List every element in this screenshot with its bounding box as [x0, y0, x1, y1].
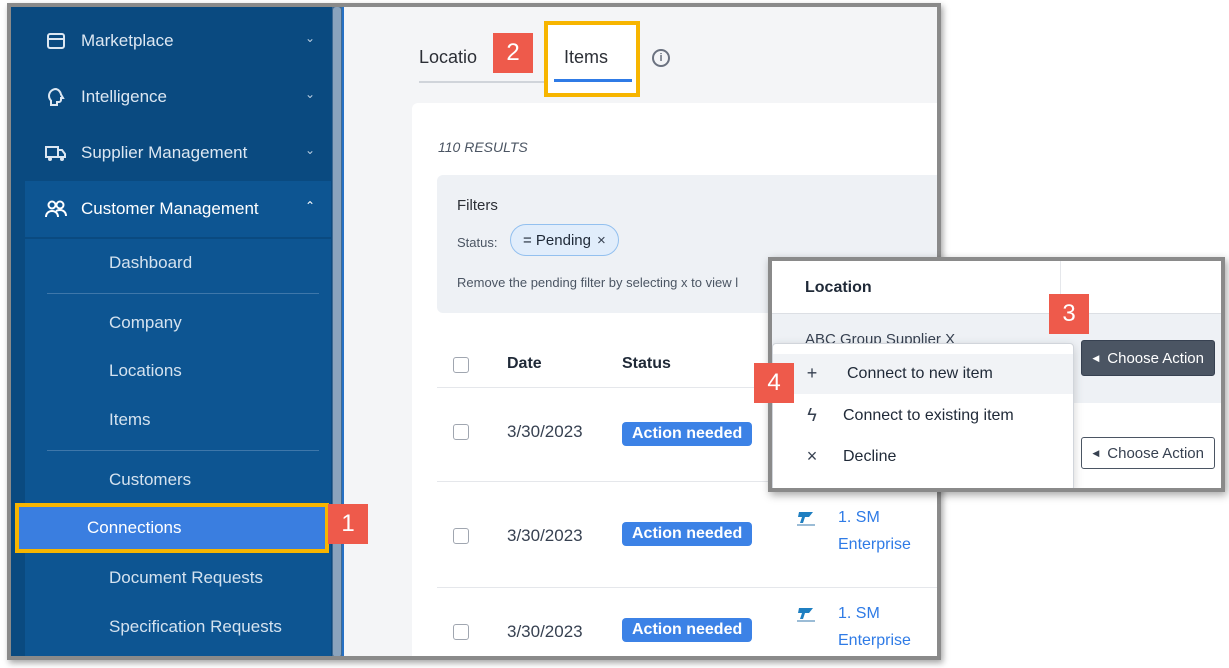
tab-locations[interactable]: Locatio: [419, 47, 477, 68]
divider: [47, 450, 319, 451]
choose-action-button-active[interactable]: ◀ Choose Action: [1081, 340, 1215, 376]
customer-management-submenu: Dashboard Company Locations Items Custom…: [25, 239, 331, 656]
caret-left-icon: ◀: [1092, 447, 1100, 458]
status-badge: Action needed: [622, 618, 753, 642]
users-icon: [45, 198, 67, 220]
scrollbar-thumb[interactable]: [333, 7, 341, 656]
column-header-date[interactable]: Date: [507, 355, 542, 373]
plus-icon: +: [806, 363, 818, 383]
results-count: 110 RESULTS: [438, 139, 528, 155]
close-icon: ×: [806, 446, 818, 466]
sidebar-item-label: Connections: [87, 518, 182, 537]
sidebar-item-items[interactable]: Items: [109, 410, 151, 430]
callout-4: 4: [754, 363, 794, 403]
sidebar-scrollbar[interactable]: [332, 7, 342, 656]
row-date: 3/30/2023: [507, 622, 583, 641]
chevron-down-icon: ⌄: [304, 143, 315, 157]
filters-title: Filters: [457, 197, 498, 214]
sidebar: Marketplace ⌄ Intelligence ⌄ Supplier Ma…: [11, 7, 342, 656]
callout-1: 1: [328, 504, 368, 544]
callout-2: 2: [493, 33, 533, 73]
row-checkbox[interactable]: [453, 528, 469, 544]
nav-group-supplier-management[interactable]: Supplier Management ⌄: [25, 125, 331, 181]
nav-group-label: Marketplace: [81, 31, 174, 50]
caret-left-icon: ◀: [1092, 352, 1100, 363]
nav-group-label: Intelligence: [81, 87, 168, 106]
sidebar-item-dashboard[interactable]: Dashboard: [109, 253, 192, 273]
bolt-icon: ϟ: [807, 405, 817, 425]
sidebar-item-locations[interactable]: Locations: [109, 361, 182, 381]
company-logo: [797, 512, 815, 526]
menu-item-label: Connect to new item: [847, 365, 993, 382]
chip-label: = Pending: [523, 231, 591, 249]
filters-hint: Remove the pending filter by selecting x…: [457, 275, 739, 290]
chevron-up-icon: ⌃: [304, 199, 315, 213]
row-link[interactable]: 1. SM: [838, 600, 880, 627]
company-logo: [797, 608, 815, 622]
row-date: 3/30/2023: [507, 422, 583, 441]
nav-group-customer-management[interactable]: Customer Management ⌃: [25, 181, 331, 237]
info-icon[interactable]: i: [652, 49, 670, 67]
column-header-status[interactable]: Status: [622, 355, 671, 373]
brain-icon: [45, 86, 67, 108]
button-label: Choose Action: [1107, 349, 1204, 367]
sidebar-item-customers[interactable]: Customers: [109, 470, 191, 490]
chevron-down-icon: ⌄: [304, 87, 315, 101]
row-checkbox[interactable]: [453, 424, 469, 440]
row-checkbox[interactable]: [453, 624, 469, 640]
status-filter-label: Status:: [457, 235, 498, 250]
menu-item-label: Connect to existing item: [843, 407, 1014, 424]
select-all-checkbox[interactable]: [453, 357, 469, 373]
callout-3: 3: [1049, 294, 1089, 334]
sidebar-item-connections[interactable]: Connections: [15, 503, 329, 553]
nav-group-label: Customer Management: [81, 199, 259, 218]
choose-action-button[interactable]: ◀ Choose Action: [1081, 437, 1215, 469]
row-link[interactable]: Enterprise: [838, 627, 911, 654]
store-icon: [45, 30, 67, 52]
nav-group-label: Supplier Management: [81, 143, 248, 162]
menu-item-connect-existing[interactable]: ϟ Connect to existing item: [773, 396, 1073, 436]
tab-items[interactable]: Items: [544, 21, 640, 97]
action-menu: + Connect to new item ϟ Connect to exist…: [772, 343, 1074, 488]
close-icon[interactable]: ×: [597, 232, 606, 249]
sidebar-item-document-requests[interactable]: Document Requests: [109, 568, 263, 588]
table-row[interactable]: 3/30/2023 Action needed 1. SM Enterprise: [437, 481, 937, 571]
column-header-location: Location: [805, 279, 872, 296]
status-badge: Action needed: [622, 422, 753, 446]
active-tab-indicator: [554, 79, 632, 82]
tab-underline: [419, 81, 544, 83]
menu-item-decline[interactable]: × Decline: [773, 437, 1073, 477]
nav-group-marketplace[interactable]: Marketplace ⌄: [25, 13, 331, 69]
status-badge: Action needed: [622, 522, 753, 546]
status-filter-chip[interactable]: = Pending ×: [510, 224, 619, 256]
row-date: 3/30/2023: [507, 526, 583, 545]
truck-icon: [45, 142, 67, 164]
row-link[interactable]: 1. SM: [838, 504, 880, 531]
tab-items-label: Items: [564, 47, 609, 67]
nav-group-intelligence[interactable]: Intelligence ⌄: [25, 69, 331, 125]
button-label: Choose Action: [1107, 444, 1204, 462]
menu-item-connect-new[interactable]: + Connect to new item: [773, 354, 1073, 394]
action-popup-zoom: Location ABC Group Supplier X ◀ Choose A…: [768, 257, 1225, 492]
chevron-down-icon: ⌄: [304, 31, 315, 45]
menu-item-label: Decline: [843, 448, 897, 465]
divider: [47, 293, 319, 294]
row-link[interactable]: Enterprise: [838, 531, 911, 558]
sidebar-item-specification-requests[interactable]: Specification Requests: [109, 617, 282, 637]
table-row[interactable]: 3/30/2023 Action needed 1. SM Enterprise: [437, 587, 937, 656]
sidebar-item-company[interactable]: Company: [109, 313, 182, 333]
